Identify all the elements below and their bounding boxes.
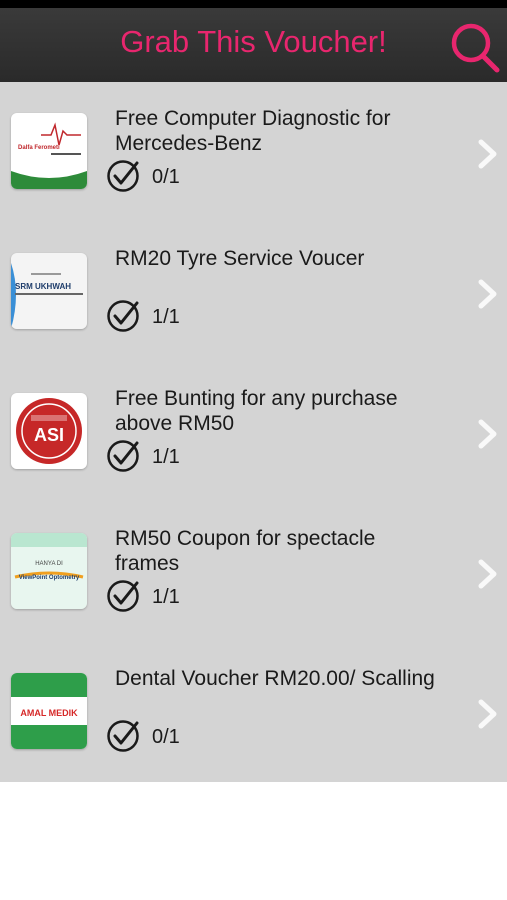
logo-text: ASI (34, 425, 64, 445)
chevron-right-icon (478, 559, 497, 589)
claim-count: 0/1 (152, 166, 180, 188)
check-circle-icon (107, 720, 139, 752)
voucher-item[interactable]: AMAL MEDIK Dental Voucher RM20.00/ Scall… (0, 642, 507, 782)
check-circle-icon (107, 440, 139, 472)
voucher-logo: HANYA DI ViewPoint Optometry (11, 533, 87, 609)
check-circle-icon (107, 580, 139, 612)
voucher-logo: SRM UKHWAH (11, 253, 87, 329)
claim-count: 1/1 (152, 306, 180, 328)
voucher-list: Dalfa Ferometi Free Computer Diagnostic … (0, 82, 507, 782)
check-circle-icon (107, 160, 139, 192)
voucher-title: Free Computer Diagnostic for Mercedes-Be… (115, 107, 391, 155)
page-title: Grab This Voucher! (120, 24, 387, 59)
chevron-right-icon (478, 419, 497, 449)
claim-count: 1/1 (152, 586, 180, 608)
claim-count: 1/1 (152, 446, 180, 468)
logo-text: Dalfa Ferometi (18, 145, 60, 151)
chevron-right-icon (478, 139, 497, 169)
voucher-logo: AMAL MEDIK (11, 673, 87, 749)
logo-subtext: HANYA DI (35, 561, 63, 567)
logo-text: SRM UKHWAH (15, 282, 71, 291)
logo-text: ViewPoint Optometry (19, 575, 80, 581)
chevron-right-icon (478, 279, 497, 309)
voucher-item[interactable]: ASI Free Bunting for any purchase above … (0, 362, 507, 502)
voucher-item[interactable]: HANYA DI ViewPoint Optometry RM50 Coupon… (0, 502, 507, 642)
check-circle-icon (107, 300, 139, 332)
voucher-title: RM50 Coupon for spectacle frames (115, 527, 376, 575)
voucher-title: Dental Voucher RM20.00/ Scalling (115, 667, 435, 690)
status-bar (0, 0, 507, 8)
claim-count: 0/1 (152, 726, 180, 748)
voucher-logo: ASI (11, 393, 87, 469)
search-icon (451, 23, 500, 73)
voucher-item[interactable]: Dalfa Ferometi Free Computer Diagnostic … (0, 82, 507, 222)
logo-text: AMAL MEDIK (20, 708, 78, 718)
voucher-title: Free Bunting for any purchase above RM50 (115, 387, 398, 435)
chevron-right-icon (478, 699, 497, 729)
voucher-item[interactable]: SRM UKHWAH RM20 Tyre Service Voucer 1/1 (0, 222, 507, 362)
voucher-logo: Dalfa Ferometi (11, 113, 87, 189)
app-header: Grab This Voucher! (0, 8, 507, 82)
voucher-title: RM20 Tyre Service Voucer (115, 247, 365, 270)
search-button[interactable] (448, 18, 502, 76)
